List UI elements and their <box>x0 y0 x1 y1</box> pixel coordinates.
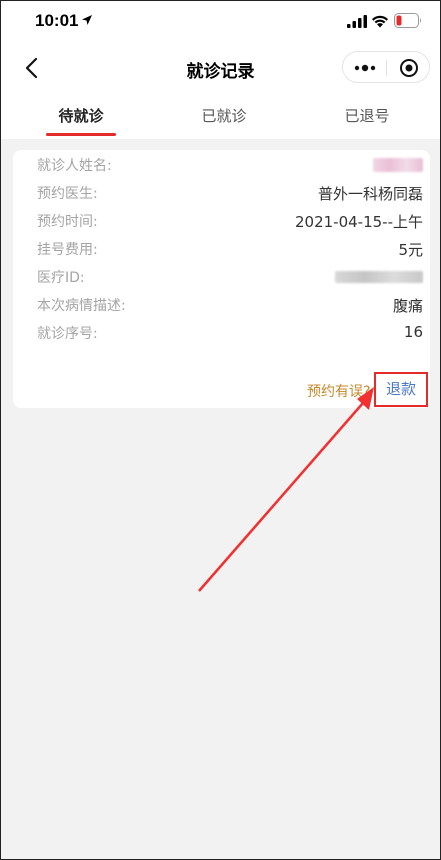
tab-visited[interactable]: 已就诊 <box>174 105 274 126</box>
label-patient-name: 就诊人姓名: <box>37 158 112 174</box>
refund-button[interactable]: 退款 <box>374 372 428 407</box>
close-target-icon[interactable] <box>399 58 419 78</box>
row-fee: 挂号费用: 5元 <box>37 239 423 261</box>
label-queue-number: 就诊序号: <box>37 326 98 342</box>
label-medical-id: 医疗ID: <box>37 270 85 286</box>
miniprogram-capsule <box>342 51 430 83</box>
label-doctor: 预约医生: <box>37 186 98 202</box>
appointment-card: 就诊人姓名: 预约医生: 普外一科杨同磊 预约时间: 2021-04-15--上… <box>13 150 430 408</box>
record-tabs: 待就诊 已就诊 已退号 <box>1 91 440 139</box>
wifi-icon <box>372 15 388 28</box>
more-dots-icon[interactable] <box>353 61 377 75</box>
redacted-medical-id <box>335 271 423 283</box>
status-bar: 10:01 <box>1 1 440 45</box>
row-description: 本次病情描述: 腹痛 <box>37 295 423 317</box>
nav-bar: 就诊记录 <box>1 45 440 91</box>
label-appointment-time: 预约时间: <box>37 214 98 230</box>
row-appointment-time: 预约时间: 2021-04-15--上午 <box>37 211 423 233</box>
tab-pending[interactable]: 待就诊 <box>31 105 131 126</box>
row-doctor: 预约医生: 普外一科杨同磊 <box>37 183 423 205</box>
tab-cancelled[interactable]: 已退号 <box>317 105 417 126</box>
status-time: 10:01 <box>35 11 79 30</box>
row-queue-number: 就诊序号: 16 <box>37 323 423 345</box>
redacted-patient-name <box>373 158 423 172</box>
row-medical-id: 医疗ID: <box>37 267 423 289</box>
signal-icon <box>347 15 367 28</box>
value-fee: 5元 <box>398 241 423 259</box>
value-queue-number: 16 <box>403 323 423 341</box>
value-appointment-time: 2021-04-15--上午 <box>295 213 423 231</box>
capsule-divider <box>386 60 387 76</box>
row-patient-name: 就诊人姓名: <box>37 155 423 177</box>
appointment-error-prompt: 预约有误? <box>307 384 371 400</box>
active-tab-indicator <box>46 133 116 136</box>
battery-low-icon <box>394 13 421 28</box>
value-doctor: 普外一科杨同磊 <box>317 185 423 203</box>
location-arrow-icon <box>82 15 92 25</box>
label-fee: 挂号费用: <box>37 242 98 258</box>
value-description: 腹痛 <box>392 297 423 315</box>
label-description: 本次病情描述: <box>37 298 126 314</box>
